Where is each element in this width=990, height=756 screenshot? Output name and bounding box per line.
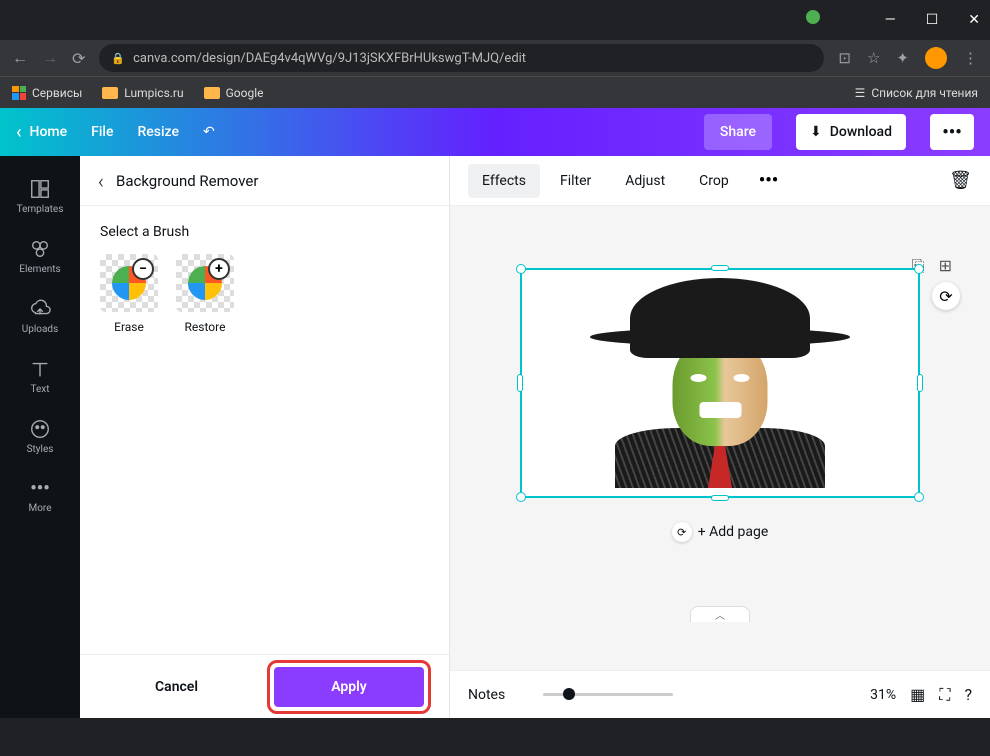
download-icon: ⬇ [810, 124, 822, 140]
selection-frame[interactable]: ⟳ [520, 268, 920, 498]
zoom-level: 31% [870, 687, 896, 703]
back-chevron-icon[interactable]: ‹ [98, 169, 104, 193]
select-brush-label: Select a Brush [100, 224, 429, 240]
file-button[interactable]: File [91, 124, 113, 140]
filter-button[interactable]: Filter [546, 164, 605, 198]
adjust-button[interactable]: Adjust [611, 164, 679, 198]
resize-handle[interactable] [914, 264, 924, 274]
reload-icon[interactable]: ⟳ [72, 49, 85, 68]
add-page-button[interactable]: ⟳+ Add page [480, 522, 960, 542]
panel-header: ‹ Background Remover [80, 156, 449, 206]
bookmark-lumpics[interactable]: Lumpics.ru [102, 86, 183, 100]
resize-handle[interactable] [516, 264, 526, 274]
download-button[interactable]: ⬇Download [796, 114, 906, 150]
canva-header: ‹Home File Resize ↶ Share ⬇Download ••• [0, 108, 990, 156]
resize-handle[interactable] [516, 492, 526, 502]
undo-icon[interactable]: ↶ [203, 124, 215, 140]
canvas-body[interactable]: ⎘ ⊞ ⟳ ⟳+ Add page ︿ [450, 206, 990, 670]
minus-icon: − [132, 258, 154, 280]
rail-more[interactable]: •••More [0, 468, 80, 524]
brush-erase[interactable]: − Erase [100, 254, 158, 334]
sync-icon: ⟳ [672, 522, 692, 542]
bookmark-star-icon[interactable]: ☆ [867, 49, 880, 67]
url-text: canva.com/design/DAEg4v4qWVg/9J13jSKXFBr… [133, 51, 526, 66]
help-icon[interactable]: ? [964, 685, 972, 704]
toolbar-more-icon[interactable]: ••• [749, 170, 788, 191]
panel-title: Background Remover [116, 172, 258, 190]
bottom-bar: Notes 31% ▦ ⛶ ? [450, 670, 990, 718]
resize-handle[interactable] [917, 374, 923, 392]
add-page-icon[interactable]: ⊞ [939, 256, 952, 276]
resize-handle[interactable] [711, 495, 729, 501]
image-toolbar: Effects Filter Adjust Crop ••• 🗑 [450, 156, 990, 206]
brush-restore[interactable]: + Restore [176, 254, 234, 334]
rotate-icon[interactable]: ⟳ [932, 282, 960, 310]
back-icon[interactable]: ← [12, 48, 28, 68]
canvas-image [590, 278, 850, 488]
rail-styles[interactable]: Styles [0, 408, 80, 464]
notes-button[interactable]: Notes [468, 687, 505, 703]
apply-highlight: Apply [267, 660, 431, 714]
window-controls: — ☐ ✕ [0, 0, 990, 40]
resize-handle[interactable] [914, 492, 924, 502]
minimize-icon[interactable]: — [885, 12, 896, 28]
list-icon: ☰ [855, 86, 866, 100]
rail-elements[interactable]: Elements [0, 228, 80, 284]
resize-button[interactable]: Resize [137, 124, 179, 140]
close-window-icon[interactable]: ✕ [968, 12, 980, 28]
update-indicator-icon [806, 10, 820, 24]
effects-button[interactable]: Effects [468, 164, 540, 198]
icon-rail: Templates Elements Uploads Text Styles •… [0, 156, 80, 718]
translate-icon[interactable]: ⊡ [838, 49, 851, 67]
lock-icon: 🔒 [111, 52, 125, 65]
home-button[interactable]: ‹Home [16, 122, 67, 143]
profile-avatar[interactable] [925, 47, 947, 69]
menu-icon[interactable]: ⋮ [963, 49, 978, 67]
forward-icon: → [42, 48, 58, 68]
trash-icon[interactable]: 🗑 [949, 170, 972, 191]
side-panel: ‹ Background Remover Select a Brush − Er… [80, 156, 450, 718]
expand-chevron-icon[interactable]: ︿ [690, 606, 750, 622]
crop-button[interactable]: Crop [685, 164, 743, 198]
bookmarks-bar: Сервисы Lumpics.ru Google ☰Список для чт… [0, 76, 990, 108]
resize-handle[interactable] [517, 374, 523, 392]
rail-templates[interactable]: Templates [0, 168, 80, 224]
address-bar: ← → ⟳ 🔒 canva.com/design/DAEg4v4qWVg/9J1… [0, 40, 990, 76]
bookmark-services[interactable]: Сервисы [12, 86, 82, 100]
grid-view-icon[interactable]: ▦ [910, 685, 925, 704]
apply-button[interactable]: Apply [274, 667, 424, 707]
plus-icon: + [208, 258, 230, 280]
url-field[interactable]: 🔒 canva.com/design/DAEg4v4qWVg/9J13jSKXF… [99, 44, 824, 72]
canvas-area: Effects Filter Adjust Crop ••• 🗑 ⎘ ⊞ [450, 156, 990, 718]
rail-uploads[interactable]: Uploads [0, 288, 80, 344]
share-button[interactable]: Share [704, 114, 772, 150]
more-button[interactable]: ••• [930, 114, 974, 150]
bookmark-google[interactable]: Google [204, 86, 264, 100]
reading-list[interactable]: ☰Список для чтения [855, 86, 978, 100]
maximize-icon[interactable]: ☐ [926, 12, 939, 28]
resize-handle[interactable] [711, 265, 729, 271]
fullscreen-icon[interactable]: ⛶ [939, 685, 950, 705]
zoom-slider[interactable] [543, 693, 673, 696]
rail-text[interactable]: Text [0, 348, 80, 404]
cancel-button[interactable]: Cancel [98, 667, 255, 707]
extensions-icon[interactable]: ✦ [896, 49, 909, 67]
